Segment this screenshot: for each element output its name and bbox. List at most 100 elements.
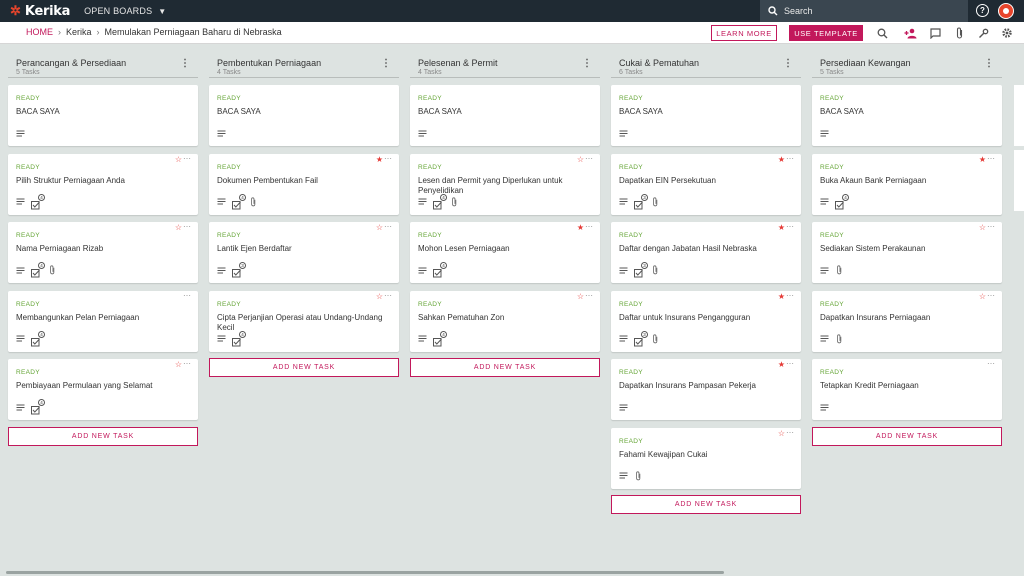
- star-outline-icon[interactable]: ☆: [175, 224, 182, 232]
- task-card[interactable]: READY Sediakan Sistem Perakaunan ☆ ⋯: [812, 222, 1002, 283]
- more-horiz-icon[interactable]: ⋯: [786, 359, 794, 368]
- task-card[interactable]: READY Buka Akaun Bank Perniagaan ★ ⋯ 4: [812, 153, 1002, 215]
- learn-more-button[interactable]: LEARN MORE: [711, 25, 777, 41]
- partial-card[interactable]: [1014, 85, 1024, 146]
- star-outline-icon[interactable]: ☆: [175, 361, 182, 369]
- more-horiz-icon[interactable]: ⋯: [384, 154, 392, 163]
- more-horiz-icon[interactable]: ⋯: [183, 291, 191, 300]
- column-header[interactable]: Perancangan & Persediaan 5 Tasks ⋮: [8, 54, 198, 78]
- more-horiz-icon[interactable]: ⋯: [786, 291, 794, 300]
- column-header[interactable]: Pelesenan & Permit 4 Tasks ⋮: [410, 54, 600, 78]
- more-horiz-icon[interactable]: ⋯: [786, 154, 794, 163]
- add-person-icon[interactable]: [903, 26, 917, 40]
- partial-card[interactable]: [1014, 150, 1024, 211]
- star-outline-icon[interactable]: ☆: [376, 224, 383, 232]
- open-boards-menu[interactable]: OPEN BOARDS ▼: [84, 6, 166, 16]
- tag-icon[interactable]: [976, 26, 990, 40]
- task-card[interactable]: READY Lantik Ejen Berdaftar ☆ ⋯ 3: [209, 222, 399, 283]
- kerika-logo[interactable]: ✲ Kerika: [10, 3, 70, 19]
- task-card[interactable]: READY Membangunkan Pelan Perniagaan ⋯ 4: [8, 290, 198, 352]
- more-horiz-icon[interactable]: ⋯: [183, 222, 191, 231]
- more-vert-icon[interactable]: ⋮: [783, 58, 793, 69]
- task-card[interactable]: READY Lesen dan Permit yang Diperlukan un…: [410, 153, 600, 215]
- star-filled-icon[interactable]: ★: [778, 292, 785, 301]
- add-new-task-button[interactable]: ADD NEW TASK: [812, 426, 1002, 446]
- add-new-task-button[interactable]: ADD NEW TASK: [611, 495, 801, 514]
- task-card[interactable]: READY BACA SAYA: [812, 85, 1002, 146]
- task-card[interactable]: READY Dapatkan EIN Persekutuan ★ ⋯ 3: [611, 153, 801, 215]
- star-filled-icon[interactable]: ★: [577, 224, 584, 232]
- more-horiz-icon[interactable]: ⋯: [183, 154, 191, 163]
- task-card[interactable]: READY Fahami Kewajipan Cukai ☆ ⋯: [611, 427, 801, 489]
- breadcrumb-org[interactable]: Kerika: [66, 27, 92, 37]
- star-outline-icon[interactable]: ☆: [376, 292, 383, 301]
- use-template-button[interactable]: USE TEMPLATE: [789, 25, 863, 41]
- task-card[interactable]: READY Tetapkan Kredit Perniagaan ⋯: [812, 359, 1002, 420]
- task-card[interactable]: READY Nama Perniagaan Rizab ☆ ⋯ 4: [8, 222, 198, 283]
- more-vert-icon[interactable]: ⋮: [180, 58, 190, 69]
- star-filled-icon[interactable]: ★: [778, 155, 785, 164]
- help-icon[interactable]: ?: [976, 4, 989, 17]
- avatar[interactable]: [998, 3, 1014, 19]
- more-vert-icon[interactable]: ⋮: [984, 58, 994, 69]
- more-vert-icon[interactable]: ⋮: [582, 58, 592, 69]
- more-horiz-icon[interactable]: ⋯: [384, 291, 392, 300]
- more-horiz-icon[interactable]: ⋯: [183, 359, 191, 368]
- checklist-icon: 4: [31, 193, 45, 209]
- more-horiz-icon[interactable]: ⋯: [585, 222, 593, 231]
- task-title: BACA SAYA: [619, 107, 663, 116]
- star-outline-icon[interactable]: ☆: [577, 292, 584, 301]
- more-horiz-icon[interactable]: ⋯: [786, 222, 794, 231]
- horizontal-scrollbar[interactable]: [6, 571, 724, 574]
- more-horiz-icon[interactable]: ⋯: [786, 428, 794, 437]
- task-status: READY: [16, 232, 40, 239]
- more-horiz-icon[interactable]: ⋯: [987, 359, 995, 368]
- task-card[interactable]: READY Daftar untuk Insurans Pengangguran ★…: [611, 290, 801, 352]
- task-card[interactable]: READY Sahkan Pematuhan Zon ☆ ⋯ 4: [410, 290, 600, 352]
- task-card[interactable]: READY Mohon Lesen Perniagaan ★ ⋯ 4: [410, 222, 600, 283]
- star-filled-icon[interactable]: ★: [979, 155, 986, 164]
- task-card[interactable]: READY Cipta Perjanjian Operasi atau Undan…: [209, 290, 399, 352]
- task-indicators: 4: [217, 330, 246, 346]
- more-horiz-icon[interactable]: ⋯: [585, 154, 593, 163]
- add-new-task-button[interactable]: ADD NEW TASK: [209, 358, 399, 377]
- chat-icon[interactable]: [928, 26, 942, 40]
- task-card[interactable]: READY Pembiayaan Permulaan yang Selamat ☆ ⋯…: [8, 359, 198, 420]
- task-card[interactable]: READY BACA SAYA: [209, 85, 399, 146]
- task-card[interactable]: READY Dokumen Pembentukan Fail ★ ⋯ 4: [209, 153, 399, 215]
- more-horiz-icon[interactable]: ⋯: [585, 291, 593, 300]
- add-new-task-button[interactable]: ADD NEW TASK: [8, 426, 198, 446]
- star-filled-icon[interactable]: ★: [778, 361, 785, 369]
- star-outline-icon[interactable]: ☆: [175, 155, 182, 164]
- column-header[interactable]: Cukai & Pematuhan 6 Tasks ⋮: [611, 54, 801, 78]
- attachment-icon[interactable]: [952, 26, 966, 40]
- column-header[interactable]: Persediaan Kewangan 5 Tasks ⋮: [812, 54, 1002, 78]
- star-filled-icon[interactable]: ★: [778, 224, 785, 232]
- gear-icon[interactable]: [1000, 26, 1014, 40]
- task-card[interactable]: READY Pilih Struktur Perniagaan Anda ☆ ⋯ 4: [8, 153, 198, 215]
- more-vert-icon[interactable]: ⋮: [381, 58, 391, 69]
- more-horiz-icon[interactable]: ⋯: [987, 222, 995, 231]
- add-new-task-button[interactable]: ADD NEW TASK: [410, 358, 600, 377]
- task-card[interactable]: READY BACA SAYA: [8, 85, 198, 146]
- breadcrumb-home[interactable]: HOME: [26, 27, 53, 37]
- search-icon[interactable]: [875, 26, 889, 40]
- task-card[interactable]: READY BACA SAYA: [611, 85, 801, 146]
- task-card[interactable]: READY Daftar dengan Jabatan Hasil Nebrask…: [611, 222, 801, 283]
- star-filled-icon[interactable]: ★: [376, 155, 383, 164]
- star-outline-icon[interactable]: ☆: [577, 155, 584, 164]
- more-horiz-icon[interactable]: ⋯: [384, 222, 392, 231]
- task-card[interactable]: READY Dapatkan Insurans Pampasan Pekerja ★…: [611, 359, 801, 420]
- task-title: Sahkan Pematuhan Zon: [418, 312, 505, 322]
- star-outline-icon[interactable]: ☆: [979, 224, 986, 232]
- search-input[interactable]: Search: [760, 0, 968, 22]
- more-horiz-icon[interactable]: ⋯: [987, 291, 995, 300]
- task-status: READY: [820, 232, 844, 239]
- star-outline-icon[interactable]: ☆: [979, 292, 986, 301]
- column-header[interactable]: Pembentukan Perniagaan 4 Tasks ⋮: [209, 54, 399, 78]
- breadcrumb-board: Memulakan Perniagaan Baharu di Nebraska: [104, 27, 282, 37]
- task-card[interactable]: READY Dapatkan Insurans Perniagaan ☆ ⋯: [812, 290, 1002, 352]
- star-outline-icon[interactable]: ☆: [778, 429, 785, 438]
- task-card[interactable]: READY BACA SAYA: [410, 85, 600, 146]
- more-horiz-icon[interactable]: ⋯: [987, 154, 995, 163]
